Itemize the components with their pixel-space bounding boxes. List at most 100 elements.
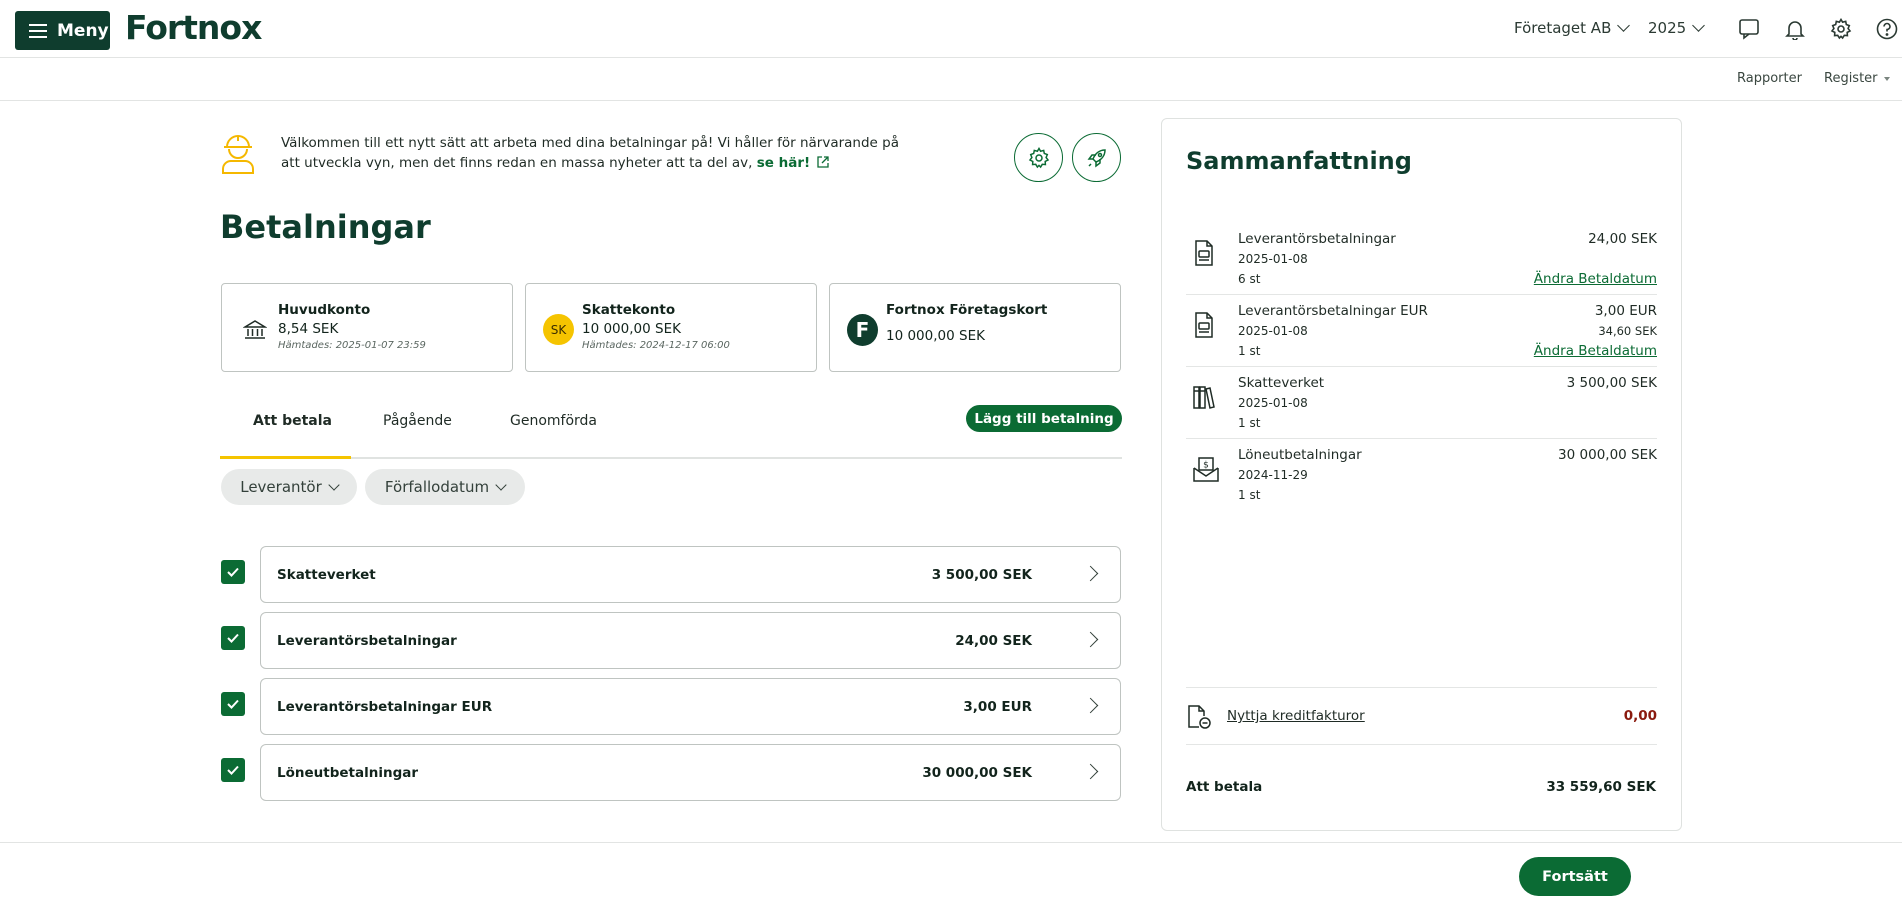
account-card-tax[interactable]: SK Skattekonto 10 000,00 SEK Hämtades: 2…	[525, 283, 817, 372]
filter-supplier-label: Leverantör	[240, 478, 322, 496]
summary-item-date: 2025-01-08	[1238, 324, 1308, 338]
nav-register-label: Register	[1824, 71, 1878, 86]
invoice-icon	[1192, 239, 1218, 267]
check-icon	[227, 765, 239, 775]
payment-amount: 24,00 SEK	[955, 633, 1032, 649]
gear-icon	[1028, 146, 1049, 168]
account-balance: 8,54 SEK	[278, 321, 339, 337]
company-name: Företaget AB	[1514, 19, 1612, 37]
nav-reports[interactable]: Rapporter	[1737, 71, 1802, 86]
account-card-main[interactable]: Huvudkonto 8,54 SEK Hämtades: 2025-01-07…	[221, 283, 513, 372]
hamburger-icon	[29, 23, 47, 38]
check-icon	[227, 633, 239, 643]
tabs-divider	[220, 457, 1122, 459]
add-payment-button[interactable]: Lägg till betalning	[966, 405, 1122, 432]
chevron-right-icon	[1082, 763, 1099, 780]
summary-item-count: 1 st	[1238, 416, 1261, 430]
footer-divider	[0, 842, 1902, 843]
summary-item-count: 1 st	[1238, 488, 1261, 502]
summary-item-name: Löneutbetalningar	[1238, 447, 1362, 463]
payment-name: Löneutbetalningar	[277, 765, 418, 781]
active-tab-indicator	[220, 456, 351, 459]
chevron-down-icon	[1692, 19, 1706, 32]
change-pay-date-link[interactable]: Ändra Betaldatum	[1534, 271, 1657, 287]
whats-new-button[interactable]	[1072, 133, 1121, 182]
payment-row[interactable]: Löneutbetalningar 30 000,00 SEK	[260, 744, 1121, 801]
payment-name: Leverantörsbetalningar EUR	[277, 699, 493, 715]
fortnox-card-badge-wrap: F	[847, 313, 878, 346]
summary-item-date: 2025-01-08	[1238, 396, 1308, 410]
fortnox-card-badge: F	[847, 313, 878, 346]
external-link-icon[interactable]	[816, 155, 830, 169]
summary-item-count: 1 st	[1238, 344, 1261, 358]
gear-icon[interactable]	[1829, 17, 1853, 41]
summary-item-amount: 30 000,00 SEK	[1558, 447, 1657, 463]
chevron-right-icon	[1082, 565, 1099, 582]
menu-button[interactable]: Meny	[15, 11, 110, 50]
payment-row[interactable]: Leverantörsbetalningar EUR 3,00 EUR	[260, 678, 1121, 735]
year-selector[interactable]: 2025	[1648, 19, 1706, 37]
check-icon	[227, 567, 239, 577]
total-label: Att betala	[1186, 779, 1263, 795]
nav-register[interactable]: Register	[1824, 71, 1890, 86]
continue-button[interactable]: Fortsätt	[1519, 857, 1631, 896]
account-name: Skattekonto	[582, 302, 676, 318]
filter-due-date[interactable]: Förfallodatum	[365, 469, 525, 505]
bell-icon[interactable]	[1783, 17, 1807, 41]
invoice-icon	[1192, 311, 1218, 339]
salary-icon: $	[1192, 455, 1219, 483]
settings-button[interactable]	[1014, 133, 1063, 182]
account-card-fortnox-card[interactable]: F Fortnox Företagskort 10 000,00 SEK	[829, 283, 1121, 372]
tax-account-badge-wrap: SK	[543, 314, 574, 345]
chevron-down-icon	[495, 478, 507, 491]
construction-worker-icon	[220, 133, 256, 174]
summary-item: $ Löneutbetalningar 2024-11-29 1 st 30 0…	[1186, 439, 1657, 511]
payment-name: Skatteverket	[277, 567, 376, 583]
chat-icon[interactable]	[1737, 17, 1761, 41]
filter-due-date-label: Förfallodatum	[384, 478, 490, 496]
summary-item: Leverantörsbetalningar 2025-01-08 6 st 2…	[1186, 223, 1657, 295]
account-fetched: Hämtades: 2024-12-17 06:00	[582, 340, 730, 351]
fortnox-logo[interactable]: Fortnox	[125, 8, 262, 47]
tab-att-betala[interactable]: Att betala	[253, 413, 332, 429]
payment-checkbox[interactable]	[221, 758, 245, 782]
account-name: Fortnox Företagskort	[886, 302, 1048, 318]
credit-invoice-icon	[1186, 704, 1212, 730]
account-fetched: Hämtades: 2025-01-07 23:59	[278, 340, 426, 351]
total-value: 33 559,60 SEK	[1546, 779, 1656, 795]
summary-title: Sammanfattning	[1186, 147, 1412, 175]
payment-checkbox[interactable]	[221, 626, 245, 650]
tab-pagaende[interactable]: Pågående	[383, 413, 452, 429]
summary-item: Leverantörsbetalningar EUR 2025-01-08 1 …	[1186, 295, 1657, 367]
summary-item-name: Skatteverket	[1238, 375, 1325, 391]
payment-amount: 3,00 EUR	[963, 699, 1032, 715]
page-title: Betalningar	[220, 208, 431, 246]
summary-item-amount-sek: 34,60 SEK	[1598, 324, 1657, 338]
filter-supplier[interactable]: Leverantör	[221, 469, 357, 505]
summary-panel: Sammanfattning Leverantörsbetalningar 20…	[1161, 118, 1682, 831]
year-value: 2025	[1648, 19, 1687, 37]
svg-text:$: $	[1203, 461, 1209, 471]
company-selector[interactable]: Företaget AB	[1514, 19, 1631, 37]
account-balance: 10 000,00 SEK	[582, 321, 681, 337]
menu-label: Meny	[57, 20, 109, 41]
credit-invoices-row: Nyttja kreditfakturor 0,00	[1186, 687, 1657, 745]
payment-row[interactable]: Leverantörsbetalningar 24,00 SEK	[260, 612, 1121, 669]
books-icon	[1192, 383, 1218, 411]
payment-checkbox[interactable]	[221, 692, 245, 716]
banner-link[interactable]: se här!	[757, 155, 810, 171]
rocket-icon	[1087, 148, 1106, 167]
caret-down-icon	[1883, 76, 1890, 81]
change-pay-date-link[interactable]: Ändra Betaldatum	[1534, 343, 1657, 359]
summary-item-date: 2024-11-29	[1238, 468, 1308, 482]
payment-row[interactable]: Skatteverket 3 500,00 SEK	[260, 546, 1121, 603]
payment-checkbox[interactable]	[221, 560, 245, 584]
chevron-down-icon	[1617, 19, 1631, 32]
summary-item-date: 2025-01-08	[1238, 252, 1308, 266]
bank-icon	[239, 314, 270, 345]
chevron-right-icon	[1082, 697, 1099, 714]
tab-genomforda[interactable]: Genomförda	[510, 413, 597, 429]
use-credit-invoices-link[interactable]: Nyttja kreditfakturor	[1227, 708, 1365, 724]
help-icon[interactable]	[1875, 17, 1899, 41]
chevron-right-icon	[1082, 631, 1099, 648]
